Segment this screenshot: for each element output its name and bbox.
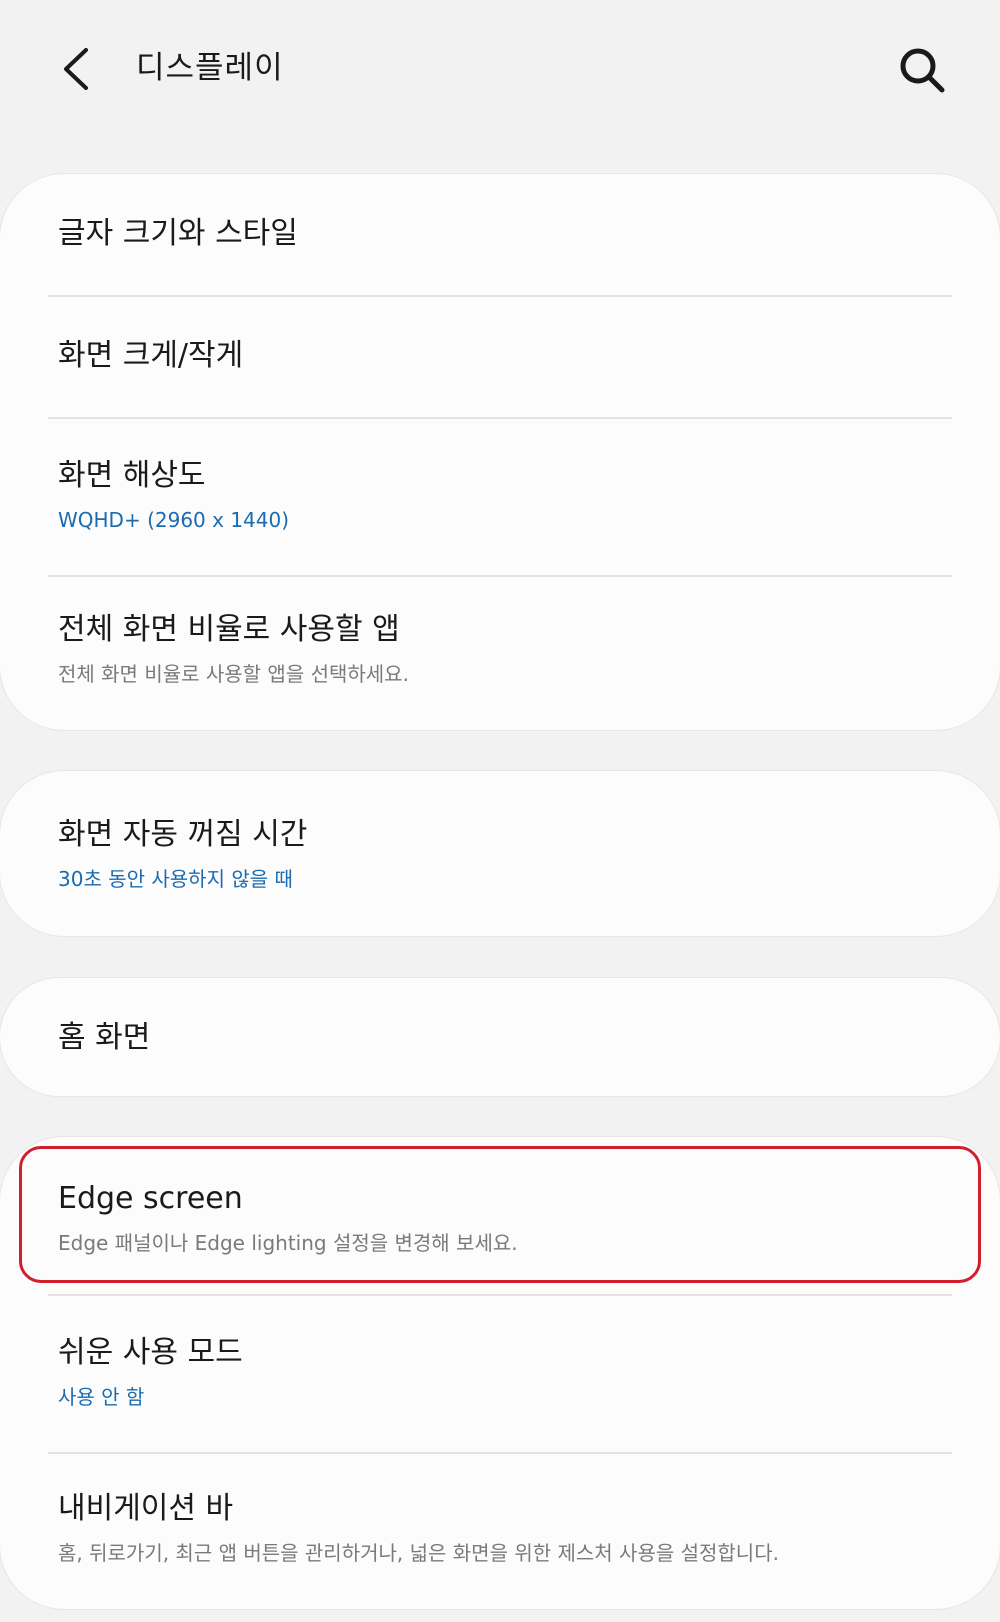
list-item-full-screen-apps[interactable]: 전체 화면 비율로 사용할 앱 전체 화면 비율로 사용할 앱을 선택하세요.	[0, 576, 1000, 730]
app-bar: 디스플레이	[0, 0, 1000, 140]
item-title: Edge screen	[58, 1181, 243, 1216]
settings-card-display-basics: 글자 크기와 스타일 화면 크게/작게 화면 해상도 WQHD+ (2960 x…	[0, 174, 1000, 730]
item-subtitle: 사용 안 함	[58, 1385, 145, 1409]
item-title: 전체 화면 비율로 사용할 앱	[58, 612, 400, 647]
item-title: 쉬운 사용 모드	[58, 1335, 243, 1370]
item-title: 홈 화면	[58, 1020, 151, 1055]
settings-card-home-screen: 홈 화면	[0, 978, 1000, 1096]
back-button[interactable]	[56, 44, 100, 94]
list-item-edge-screen[interactable]: Edge screen Edge 패널이나 Edge lighting 설정을 …	[0, 1137, 1000, 1293]
settings-card-screen-timeout: 화면 자동 꺼짐 시간 30초 동안 사용하지 않을 때	[0, 771, 1000, 936]
list-item-navigation-bar[interactable]: 내비게이션 바 홈, 뒤로가기, 최근 앱 버튼을 관리하거나, 넓은 화면을 …	[0, 1453, 1000, 1609]
list-item-font-size-style[interactable]: 글자 크기와 스타일	[0, 174, 1000, 296]
item-title: 화면 해상도	[58, 458, 206, 493]
search-button[interactable]	[896, 44, 948, 96]
item-subtitle: Edge 패널이나 Edge lighting 설정을 변경해 보세요.	[58, 1231, 518, 1255]
settings-card-edge-navigation: Edge screen Edge 패널이나 Edge lighting 설정을 …	[0, 1137, 1000, 1609]
item-subtitle: 전체 화면 비율로 사용할 앱을 선택하세요.	[58, 662, 409, 686]
item-title: 화면 자동 꺼짐 시간	[58, 817, 308, 852]
item-title: 화면 크게/작게	[58, 338, 244, 373]
list-item-easy-mode[interactable]: 쉬운 사용 모드 사용 안 함	[0, 1295, 1000, 1451]
item-title: 글자 크기와 스타일	[58, 216, 298, 251]
list-item-screen-timeout[interactable]: 화면 자동 꺼짐 시간 30초 동안 사용하지 않을 때	[0, 771, 1000, 936]
page-title: 디스플레이	[136, 50, 284, 86]
item-subtitle: 30초 동안 사용하지 않을 때	[58, 867, 293, 891]
list-item-home-screen[interactable]: 홈 화면	[0, 978, 1000, 1096]
search-icon	[900, 48, 945, 93]
list-item-screen-resolution[interactable]: 화면 해상도 WQHD+ (2960 x 1440)	[0, 418, 1000, 576]
chevron-left-icon	[64, 48, 88, 90]
item-subtitle: WQHD+ (2960 x 1440)	[58, 508, 290, 532]
list-item-screen-zoom[interactable]: 화면 크게/작게	[0, 296, 1000, 418]
item-title: 내비게이션 바	[58, 1491, 234, 1526]
item-subtitle: 홈, 뒤로가기, 최근 앱 버튼을 관리하거나, 넓은 화면을 위한 제스처 사…	[58, 1541, 779, 1565]
